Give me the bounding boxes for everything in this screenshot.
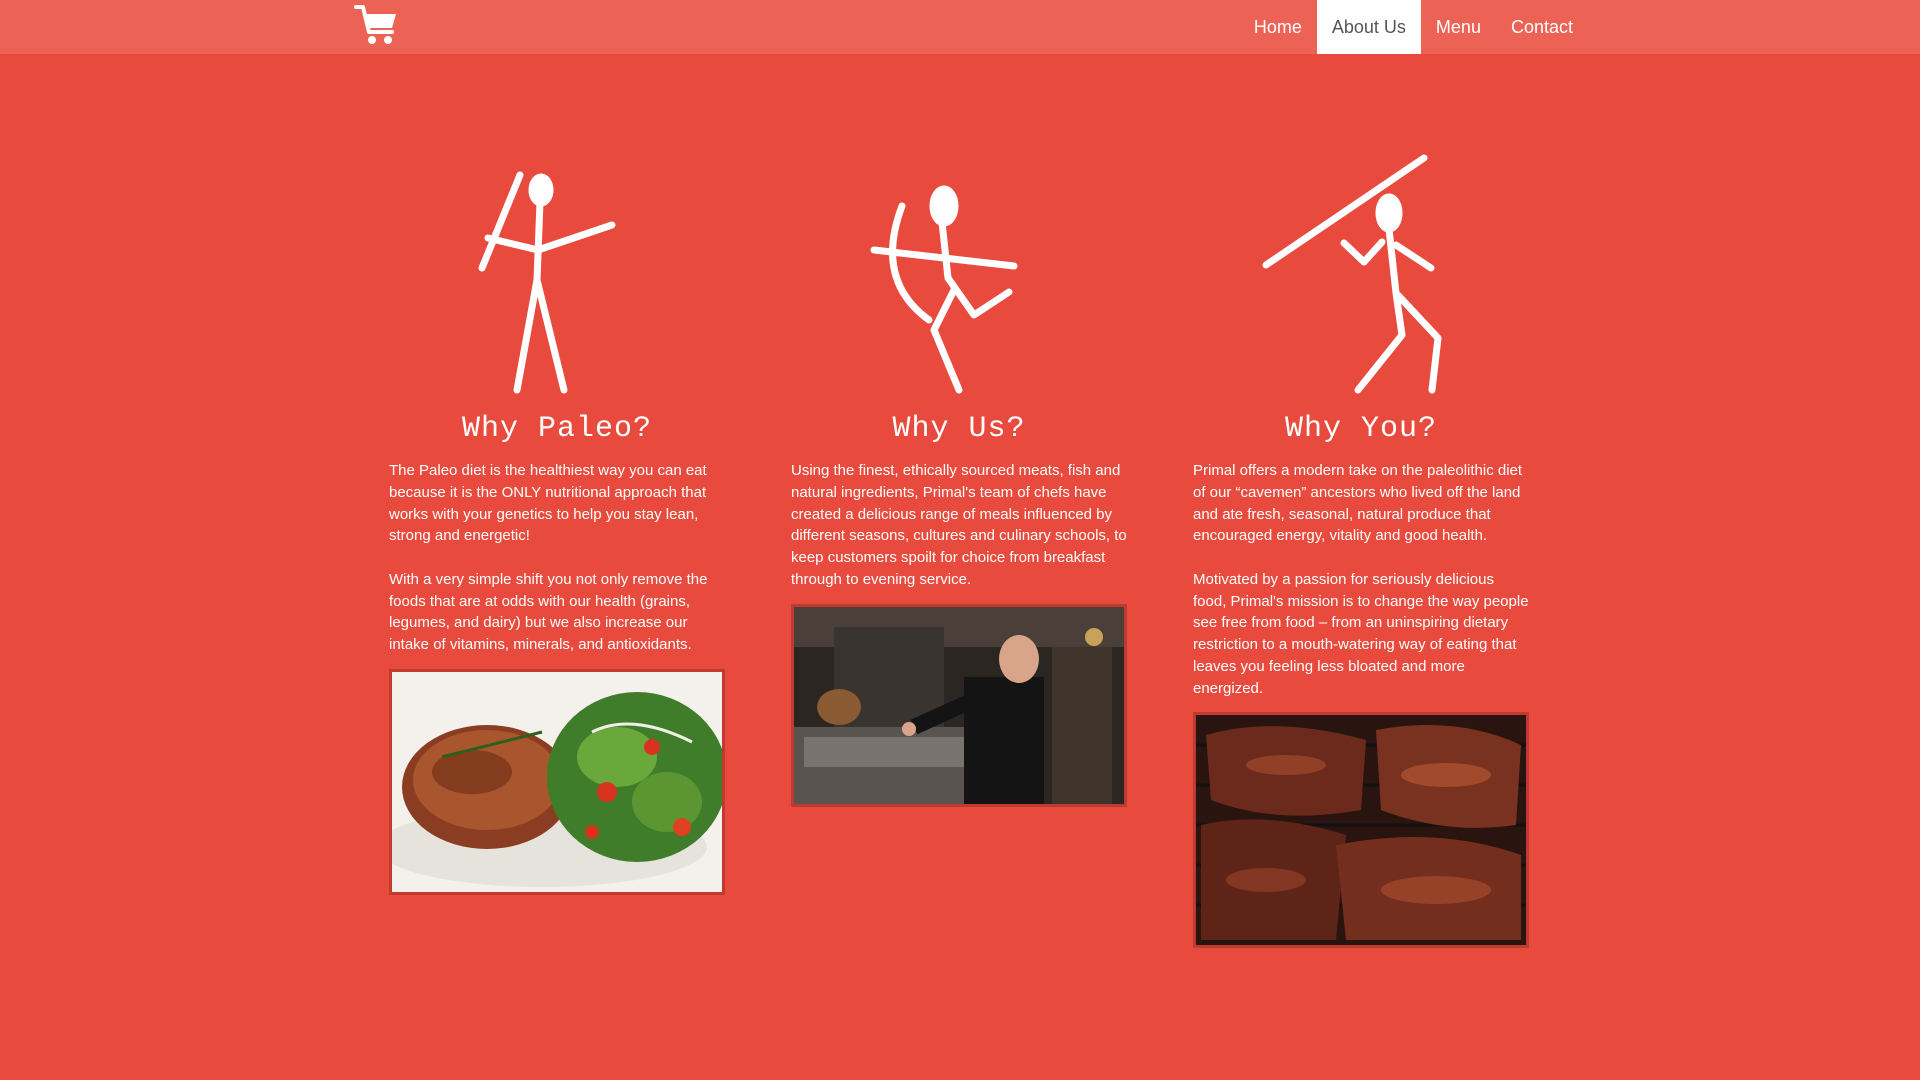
top-navbar: Home About Us Menu Contact	[0, 0, 1920, 54]
column-heading: Why Us?	[892, 412, 1026, 446]
column-paragraph: Motivated by a passion for seriously del…	[1193, 570, 1529, 697]
column-paragraph: Primal offers a modern take on the paleo…	[1193, 462, 1523, 545]
shopping-cart-icon[interactable]	[354, 2, 400, 48]
feature-columns: Why Paleo? The Paleo diet is the healthi…	[389, 150, 1531, 949]
why-us-column: Why Us? Using the finest, ethically sour…	[791, 150, 1127, 948]
figure-container	[1193, 150, 1529, 398]
column-heading: Why You?	[1284, 412, 1438, 446]
nav-home[interactable]: Home	[1239, 0, 1317, 54]
figure-container	[389, 150, 725, 398]
column-heading: Why Paleo?	[461, 412, 653, 446]
nav-contact[interactable]: Contact	[1496, 0, 1588, 54]
column-paragraph: The Paleo diet is the healthiest way you…	[389, 462, 707, 545]
figure-container	[791, 150, 1127, 398]
why-you-column: Why You? Primal offers a modern take on …	[1193, 150, 1529, 949]
column-paragraph: Using the finest, ethically sourced meat…	[791, 462, 1127, 588]
main-nav-menu: Home About Us Menu Contact	[1239, 0, 1588, 54]
nav-about-us[interactable]: About Us	[1316, 0, 1421, 54]
nav-menu[interactable]: Menu	[1421, 0, 1496, 54]
javelin-thrower-figure-icon	[1262, 154, 1442, 394]
archer-figure-icon	[870, 185, 1018, 394]
grilled-ribs-photo	[1193, 712, 1529, 949]
steak-and-salad-photo	[389, 668, 725, 895]
why-paleo-column: Why Paleo? The Paleo diet is the healthi…	[389, 150, 725, 948]
spear-thrower-figure-icon	[478, 171, 616, 394]
column-paragraph: With a very simple shift you not only re…	[389, 570, 708, 653]
chef-at-grill-photo	[791, 603, 1127, 807]
